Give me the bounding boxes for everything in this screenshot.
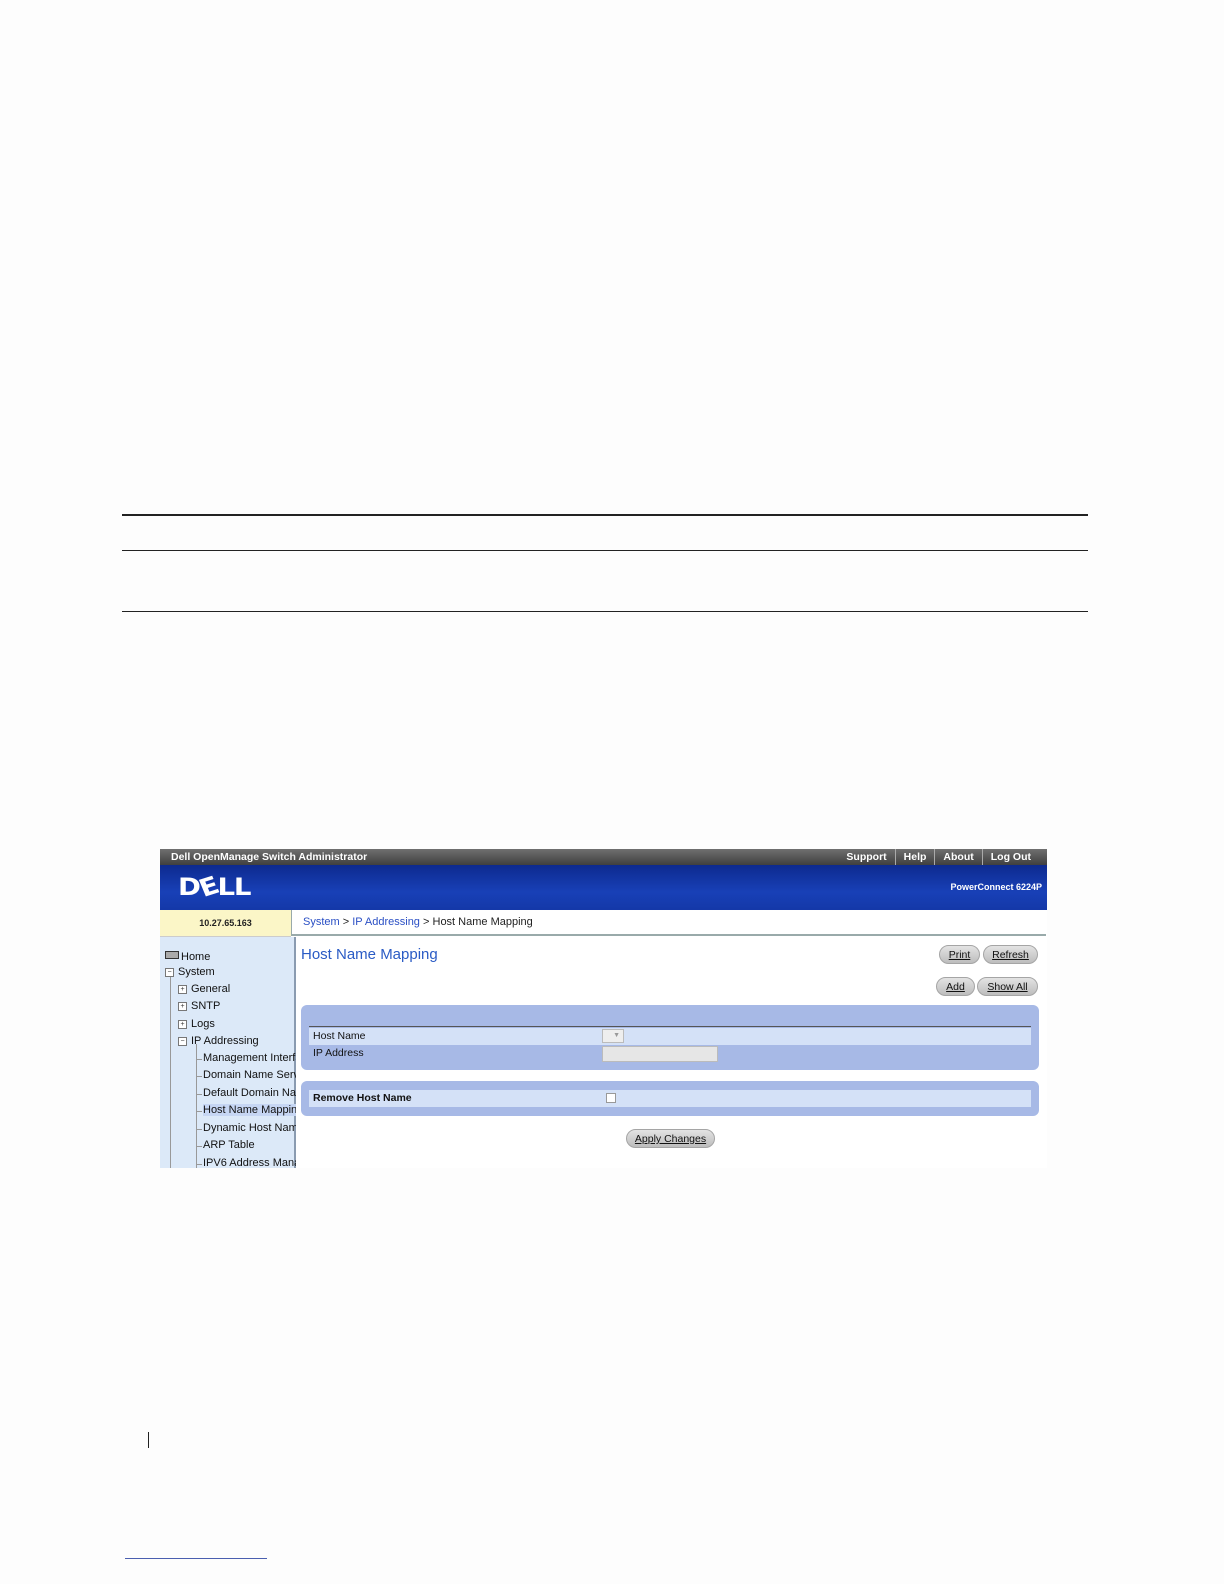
remove-host-name-row: Remove Host Name	[309, 1090, 1031, 1107]
sidebar-item-ip-addressing[interactable]: − IP Addressing	[178, 1035, 259, 1047]
host-name-select[interactable]: ▼	[602, 1029, 624, 1043]
header-banner: DELL PowerConnect 6224P	[160, 865, 1047, 910]
host-name-label: Host Name	[313, 1030, 366, 1042]
sidebar-item-system[interactable]: − System	[165, 966, 215, 978]
tree-connector	[196, 1111, 202, 1112]
sidebar-item-label: System	[178, 966, 215, 978]
expand-icon[interactable]: +	[178, 1002, 187, 1011]
sidebar-item-label: IP Addressing	[191, 1035, 259, 1047]
tree-connector	[196, 1044, 197, 1168]
sidebar-item-label: General	[191, 983, 231, 995]
footer-rule	[125, 1558, 267, 1559]
tree-connector	[196, 1146, 202, 1147]
remove-host-name-label: Remove Host Name	[313, 1092, 412, 1104]
expand-icon[interactable]: +	[178, 1020, 187, 1029]
expand-icon[interactable]: +	[178, 985, 187, 994]
page-title: Host Name Mapping	[301, 946, 438, 963]
sidebar-item-home[interactable]: Home	[165, 951, 210, 963]
screenshot-frame: Dell OpenManage Switch Administrator Sup…	[160, 849, 1047, 1168]
show-all-button[interactable]: Show All	[977, 977, 1038, 996]
sidebar-item-ipv6-address-management[interactable]: IPV6 Address Mana	[203, 1157, 300, 1168]
app-title: Dell OpenManage Switch Administrator	[171, 851, 368, 863]
host-mapping-panel: Host Name ▼ IP Address	[301, 1005, 1039, 1070]
tree-connector	[170, 977, 171, 1168]
sidebar-item-management-interface[interactable]: Management Interfa	[203, 1052, 301, 1064]
breadcrumb-current: Host Name Mapping	[432, 916, 533, 928]
about-link[interactable]: About	[934, 849, 981, 865]
ip-address-label: IP Address	[313, 1047, 364, 1059]
document-rule-top	[122, 514, 1088, 516]
refresh-button[interactable]: Refresh	[983, 945, 1038, 964]
sidebar-item-domain-name-server[interactable]: Domain Name Serv	[203, 1069, 299, 1081]
sidebar-item-default-domain-name[interactable]: Default Domain Nar	[203, 1087, 300, 1099]
remove-panel: Remove Host Name	[301, 1081, 1039, 1116]
sidebar-item-logs[interactable]: + Logs	[178, 1018, 215, 1030]
collapse-icon[interactable]: −	[178, 1037, 187, 1046]
sidebar-item-general[interactable]: + General	[178, 983, 230, 995]
panel-divider	[309, 1026, 1031, 1027]
logout-link[interactable]: Log Out	[981, 849, 1039, 865]
ip-address: 10.27.65.163	[160, 910, 291, 937]
breadcrumb-system[interactable]: System	[303, 916, 340, 928]
tree-connector	[196, 1094, 202, 1095]
main-content: Host Name Mapping Print Refresh Add Show…	[296, 938, 1046, 1168]
ip-address-row: IP Address	[309, 1045, 1031, 1062]
document-rule-bottom	[122, 611, 1088, 612]
collapse-icon[interactable]: −	[165, 968, 174, 977]
home-icon	[165, 951, 179, 959]
sidebar-item-label: Home	[181, 951, 211, 963]
model-name: PowerConnect 6224P	[950, 882, 1042, 892]
top-links: Support Help About Log Out	[838, 849, 1039, 865]
margin-bar	[148, 1432, 149, 1448]
print-button[interactable]: Print	[939, 945, 980, 964]
breadcrumb-ip-addressing[interactable]: IP Addressing	[352, 916, 420, 928]
sidebar: Home − System + General + SNTP + Logs − IP Ad…	[160, 937, 304, 1168]
sidebar-item-label: SNTP	[191, 1000, 221, 1012]
sidebar-item-host-name-mapping[interactable]: Host Name Mapping	[203, 1104, 304, 1116]
tree-connector	[196, 1164, 202, 1165]
document-rule-middle	[122, 550, 1088, 551]
dell-logo: DELL	[178, 871, 252, 903]
add-button[interactable]: Add	[936, 977, 975, 996]
sidebar-item-label: Logs	[191, 1018, 215, 1030]
apply-changes-button[interactable]: Apply Changes	[626, 1129, 715, 1148]
sidebar-item-sntp[interactable]: + SNTP	[178, 1000, 220, 1012]
tree-connector	[196, 1129, 202, 1130]
title-bar: Dell OpenManage Switch Administrator Sup…	[160, 849, 1047, 865]
tree-connector	[196, 1076, 202, 1077]
ip-address-input[interactable]	[602, 1046, 718, 1062]
chevron-down-icon: ▼	[613, 1032, 620, 1039]
breadcrumb-separator: >	[342, 916, 350, 928]
breadcrumb-separator: >	[423, 916, 430, 928]
support-link[interactable]: Support	[838, 849, 894, 865]
help-link[interactable]: Help	[894, 849, 935, 865]
sidebar-item-arp-table[interactable]: ARP Table	[203, 1139, 255, 1151]
breadcrumb: System > IP Addressing > Host Name Mappi…	[291, 910, 1046, 936]
remove-host-name-checkbox[interactable]	[606, 1093, 616, 1103]
host-name-row: Host Name ▼	[309, 1028, 1031, 1045]
tree-connector	[196, 1059, 202, 1060]
sidebar-item-dynamic-host-name[interactable]: Dynamic Host Nam	[203, 1122, 298, 1134]
